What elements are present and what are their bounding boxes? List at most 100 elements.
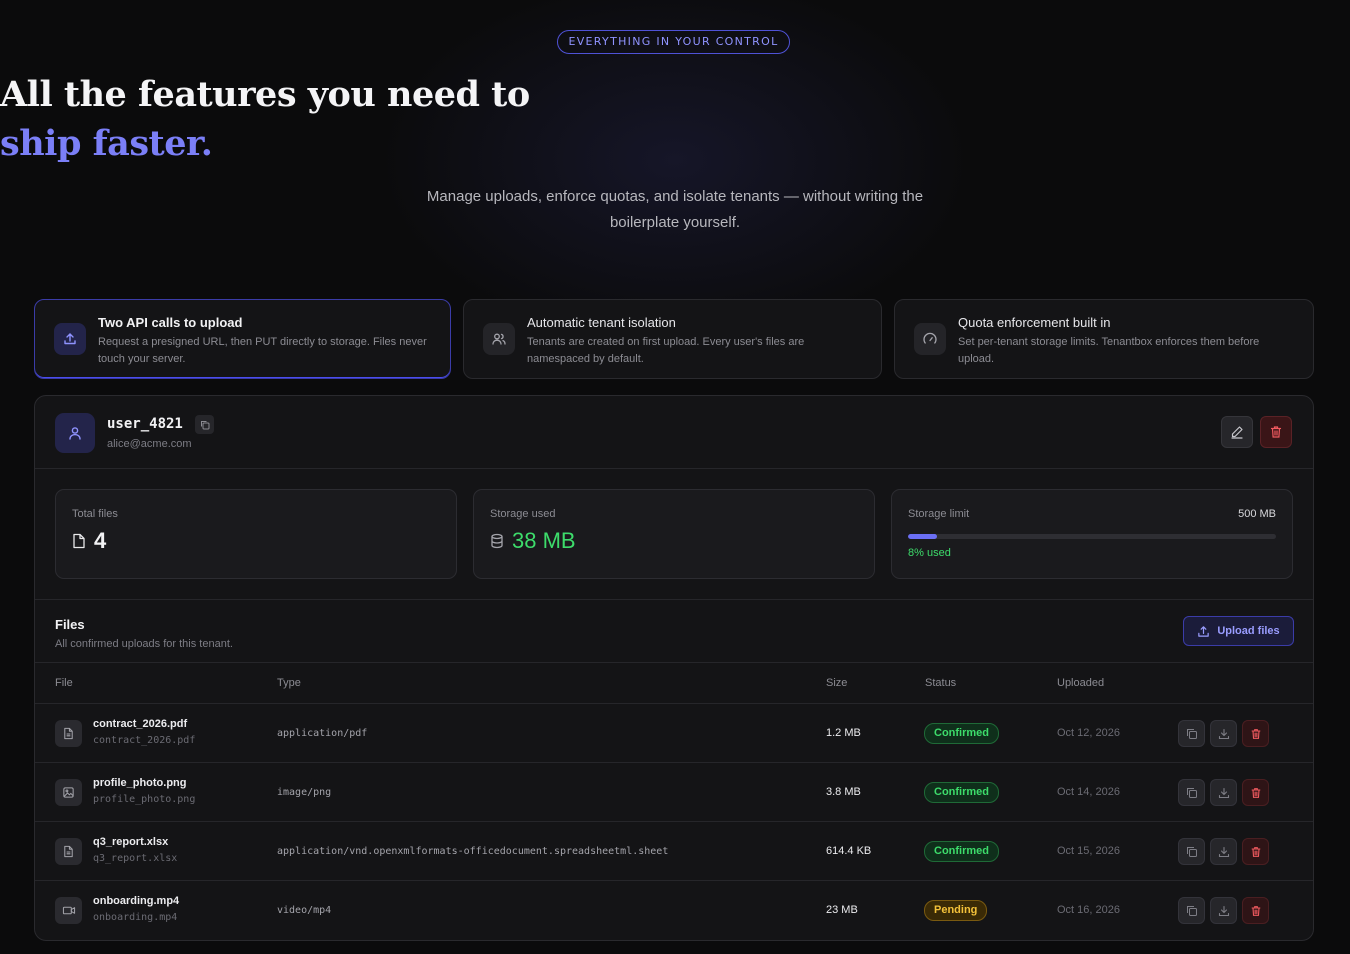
hero-subtitle: Manage uploads, enforce quotas, and isol… <box>426 188 924 231</box>
stat-value: 4 <box>94 528 107 553</box>
feature-description: Set per-tenant storage limits. Tenantbox… <box>958 336 1260 365</box>
stat-label: Storage used <box>490 508 556 520</box>
download-file-button[interactable] <box>1210 897 1237 924</box>
eyebrow-badge: EVERYTHING IN YOUR CONTROL <box>557 30 790 54</box>
stat-storage-limit: Storage limit 500 MB 8% used <box>891 489 1293 579</box>
copy-file-button[interactable] <box>1178 720 1205 747</box>
file-name[interactable]: contract_2026.pdf <box>93 718 187 730</box>
copy-icon <box>1186 728 1197 739</box>
file-name[interactable]: q3_report.xlsx <box>93 836 168 848</box>
copy-icon <box>1186 905 1197 916</box>
delete-file-button[interactable] <box>1242 720 1269 747</box>
avatar <box>55 413 95 453</box>
feature-card-upload[interactable]: Two API calls to upload Request a presig… <box>34 299 451 379</box>
file-size: 1.2 MB <box>826 727 861 739</box>
download-file-button[interactable] <box>1210 838 1237 865</box>
user-icon <box>69 427 81 440</box>
column-file: File <box>55 677 73 689</box>
trash-icon <box>1251 728 1260 739</box>
stat-value-wrap: 4 <box>72 528 106 554</box>
download-icon <box>1218 846 1229 857</box>
users-icon <box>483 323 515 355</box>
feature-card-isolation[interactable]: Automatic tenant isolation Tenants are c… <box>463 299 882 379</box>
file-type: video/mp4 <box>277 905 332 916</box>
file-size: 3.8 MB <box>826 786 861 798</box>
trash-icon <box>1251 787 1260 798</box>
status-badge: Confirmed <box>924 723 999 744</box>
trash-icon <box>1251 905 1260 916</box>
file-uploaded-date: Oct 12, 2026 <box>1057 727 1120 739</box>
gauge-icon <box>914 323 946 355</box>
storage-used-percent: 8% used <box>908 547 951 559</box>
column-type: Type <box>277 677 301 689</box>
document-icon <box>55 838 82 865</box>
column-uploaded: Uploaded <box>1057 677 1105 689</box>
download-icon <box>1218 905 1229 916</box>
file-key: contract_2026.pdf <box>93 735 196 746</box>
upload-icon <box>1198 625 1210 637</box>
status-badge: Confirmed <box>924 782 999 803</box>
table-row: contract_2026.pdf contract_2026.pdf applic… <box>35 704 1313 763</box>
file-key: q3_report.xlsx <box>93 853 178 864</box>
file-name[interactable]: profile_photo.png <box>93 777 186 789</box>
delete-file-button[interactable] <box>1242 838 1269 865</box>
feature-card-quota[interactable]: Quota enforcement built in Set per-tenan… <box>894 299 1314 379</box>
file-name[interactable]: onboarding.mp4 <box>93 895 179 907</box>
file-type: application/pdf <box>277 728 368 739</box>
copy-icon <box>1186 846 1197 857</box>
document-icon <box>55 720 82 747</box>
stats-row: Total files 4 Storage used 38 MB Storage… <box>35 469 1313 600</box>
file-type: image/png <box>277 787 332 798</box>
upload-files-label: Upload files <box>1217 625 1280 637</box>
hero-title: All the features you need to <box>0 74 530 115</box>
pencil-icon <box>1231 426 1243 439</box>
copy-file-button[interactable] <box>1178 897 1205 924</box>
edit-tenant-button[interactable] <box>1221 416 1253 448</box>
table-header: File Type Size Status Uploaded <box>35 663 1313 704</box>
copy-file-button[interactable] <box>1178 779 1205 806</box>
trash-icon <box>1251 846 1260 857</box>
stat-value-wrap: 38 MB <box>490 528 576 554</box>
copy-icon <box>1186 787 1197 798</box>
storage-progress-fill <box>908 534 938 539</box>
image-icon <box>55 779 82 806</box>
delete-tenant-button[interactable] <box>1260 416 1292 448</box>
files-subtitle: All confirmed uploads for this tenant. <box>55 638 233 650</box>
file-size: 614.4 KB <box>826 845 872 857</box>
copy-username-button[interactable] <box>195 415 214 434</box>
feature-title: Automatic tenant isolation <box>527 315 676 330</box>
file-uploaded-date: Oct 16, 2026 <box>1057 904 1120 916</box>
files-title: Files <box>55 617 85 632</box>
feature-title: Quota enforcement built in <box>958 315 1111 330</box>
stat-label: Storage limit <box>908 508 970 520</box>
stat-storage-used: Storage used 38 MB <box>473 489 875 579</box>
table-row: q3_report.xlsx q3_report.xlsx application/… <box>35 822 1313 881</box>
tenant-panel: user_4821 alice@acme.com Total files 4 S… <box>34 395 1314 941</box>
file-key: onboarding.mp4 <box>93 912 178 923</box>
download-icon <box>1218 728 1229 739</box>
username: user_4821 <box>107 416 183 432</box>
download-icon <box>1218 787 1229 798</box>
user-header: user_4821 alice@acme.com <box>35 396 1313 469</box>
stat-total-files: Total files 4 <box>55 489 457 579</box>
feature-description: Request a presigned URL, then PUT direct… <box>98 336 427 365</box>
storage-limit-value: 500 MB <box>1238 508 1276 520</box>
feature-title: Two API calls to upload <box>98 315 243 330</box>
feature-description: Tenants are created on first upload. Eve… <box>527 336 805 365</box>
column-size: Size <box>826 677 848 689</box>
file-uploaded-date: Oct 15, 2026 <box>1057 845 1120 857</box>
download-file-button[interactable] <box>1210 779 1237 806</box>
upload-files-button[interactable]: Upload files <box>1183 616 1294 646</box>
copy-icon <box>200 420 209 429</box>
status-badge: Pending <box>924 900 988 921</box>
stat-label: Total files <box>72 508 118 520</box>
database-icon <box>491 533 503 549</box>
column-status: Status <box>925 677 957 689</box>
upload-icon <box>54 323 86 355</box>
copy-file-button[interactable] <box>1178 838 1205 865</box>
delete-file-button[interactable] <box>1242 897 1269 924</box>
delete-file-button[interactable] <box>1242 779 1269 806</box>
hero-title-accent: ship faster. <box>0 123 213 164</box>
download-file-button[interactable] <box>1210 720 1237 747</box>
trash-icon <box>1270 426 1282 438</box>
